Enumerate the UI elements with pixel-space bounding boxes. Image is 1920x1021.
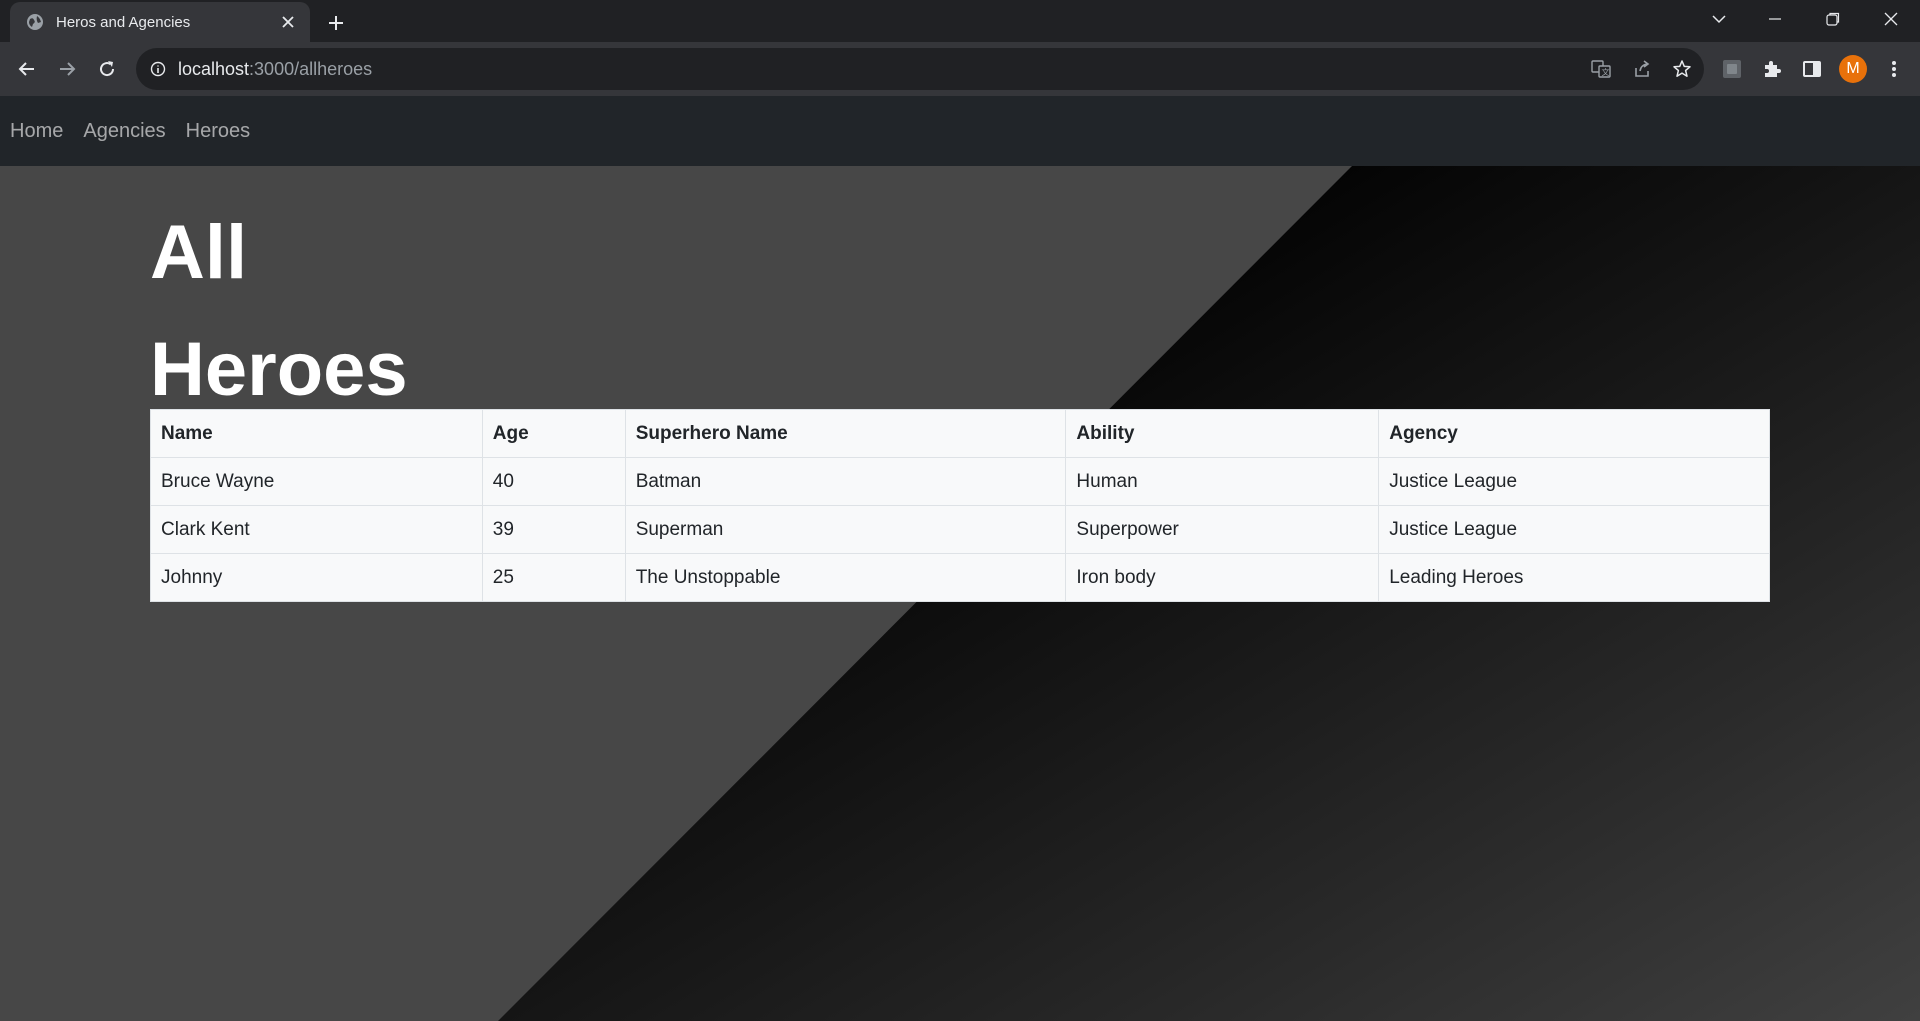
table-row: Clark Kent 39 Superman Superpower Justic… [150, 505, 1770, 554]
column-header-age: Age [481, 409, 626, 458]
address-bar[interactable]: localhost:3000/allheroes 文 [136, 48, 1704, 90]
cell-agency: Leading Heroes [1378, 553, 1770, 602]
page-title: All Heroes [150, 210, 408, 412]
heroes-table: Name Age Superhero Name Ability Agency B… [150, 409, 1770, 602]
cell-ability: Human [1065, 457, 1380, 506]
nav-link-home[interactable]: Home [10, 120, 63, 143]
tab-title: Heros and Agencies [56, 13, 191, 31]
restore-icon[interactable] [1810, 4, 1856, 34]
cell-name: Bruce Wayne [150, 457, 483, 506]
column-header-name: Name [150, 409, 483, 458]
cell-name: Johnny [150, 553, 483, 602]
plus-icon[interactable] [322, 9, 350, 37]
cell-agency: Justice League [1378, 505, 1770, 554]
svg-text:文: 文 [1602, 67, 1610, 77]
browser-toolbar: localhost:3000/allheroes 文 M [0, 42, 1920, 96]
cell-superhero-name: Superman [624, 505, 1067, 554]
column-header-ability: Ability [1065, 409, 1380, 458]
chevron-down-icon[interactable] [1696, 4, 1742, 34]
minimize-icon[interactable] [1752, 4, 1798, 34]
nav-link-agencies[interactable]: Agencies [83, 120, 165, 143]
info-icon[interactable] [148, 59, 168, 79]
table-row: Bruce Wayne 40 Batman Human Justice Leag… [150, 457, 1770, 506]
url-host: localhost [178, 59, 250, 79]
cell-ability: Iron body [1065, 553, 1380, 602]
close-icon[interactable] [1868, 4, 1914, 34]
kebab-menu-icon[interactable] [1882, 57, 1906, 81]
cell-ability: Superpower [1065, 505, 1380, 554]
side-panel-icon[interactable] [1800, 57, 1824, 81]
url-text: localhost:3000/allheroes [178, 59, 372, 80]
cell-superhero-name: The Unstoppable [624, 553, 1067, 602]
nav-link-heroes[interactable]: Heroes [186, 120, 250, 143]
column-header-agency: Agency [1378, 409, 1770, 458]
cell-age: 39 [481, 505, 626, 554]
column-header-superhero-name: Superhero Name [624, 409, 1067, 458]
web-page: Home Agencies Heroes All Heroes Name Age… [0, 96, 1920, 1021]
close-icon[interactable] [278, 12, 298, 32]
share-icon[interactable] [1630, 57, 1654, 81]
cell-superhero-name: Batman [624, 457, 1067, 506]
cell-age: 25 [481, 553, 626, 602]
profile-avatar[interactable]: M [1839, 55, 1867, 83]
cell-agency: Justice League [1378, 457, 1770, 506]
arrow-right-icon[interactable] [50, 52, 84, 86]
translate-icon[interactable]: 文 [1589, 57, 1613, 81]
extension-icon[interactable] [1720, 57, 1744, 81]
url-path: :3000/allheroes [249, 59, 373, 79]
arrow-left-icon[interactable] [10, 52, 44, 86]
browser-tab-strip: Heros and Agencies [0, 0, 1920, 42]
cell-name: Clark Kent [150, 505, 483, 554]
site-navbar: Home Agencies Heroes [0, 96, 1920, 166]
table-header-row: Name Age Superhero Name Ability Agency [150, 409, 1770, 458]
globe-icon [26, 13, 44, 31]
reload-icon[interactable] [90, 52, 124, 86]
cell-age: 40 [481, 457, 626, 506]
table-row: Johnny 25 The Unstoppable Iron body Lead… [150, 553, 1770, 602]
browser-tab[interactable]: Heros and Agencies [10, 2, 310, 42]
extension-puzzle-icon[interactable] [1760, 57, 1784, 81]
star-icon[interactable] [1670, 57, 1694, 81]
